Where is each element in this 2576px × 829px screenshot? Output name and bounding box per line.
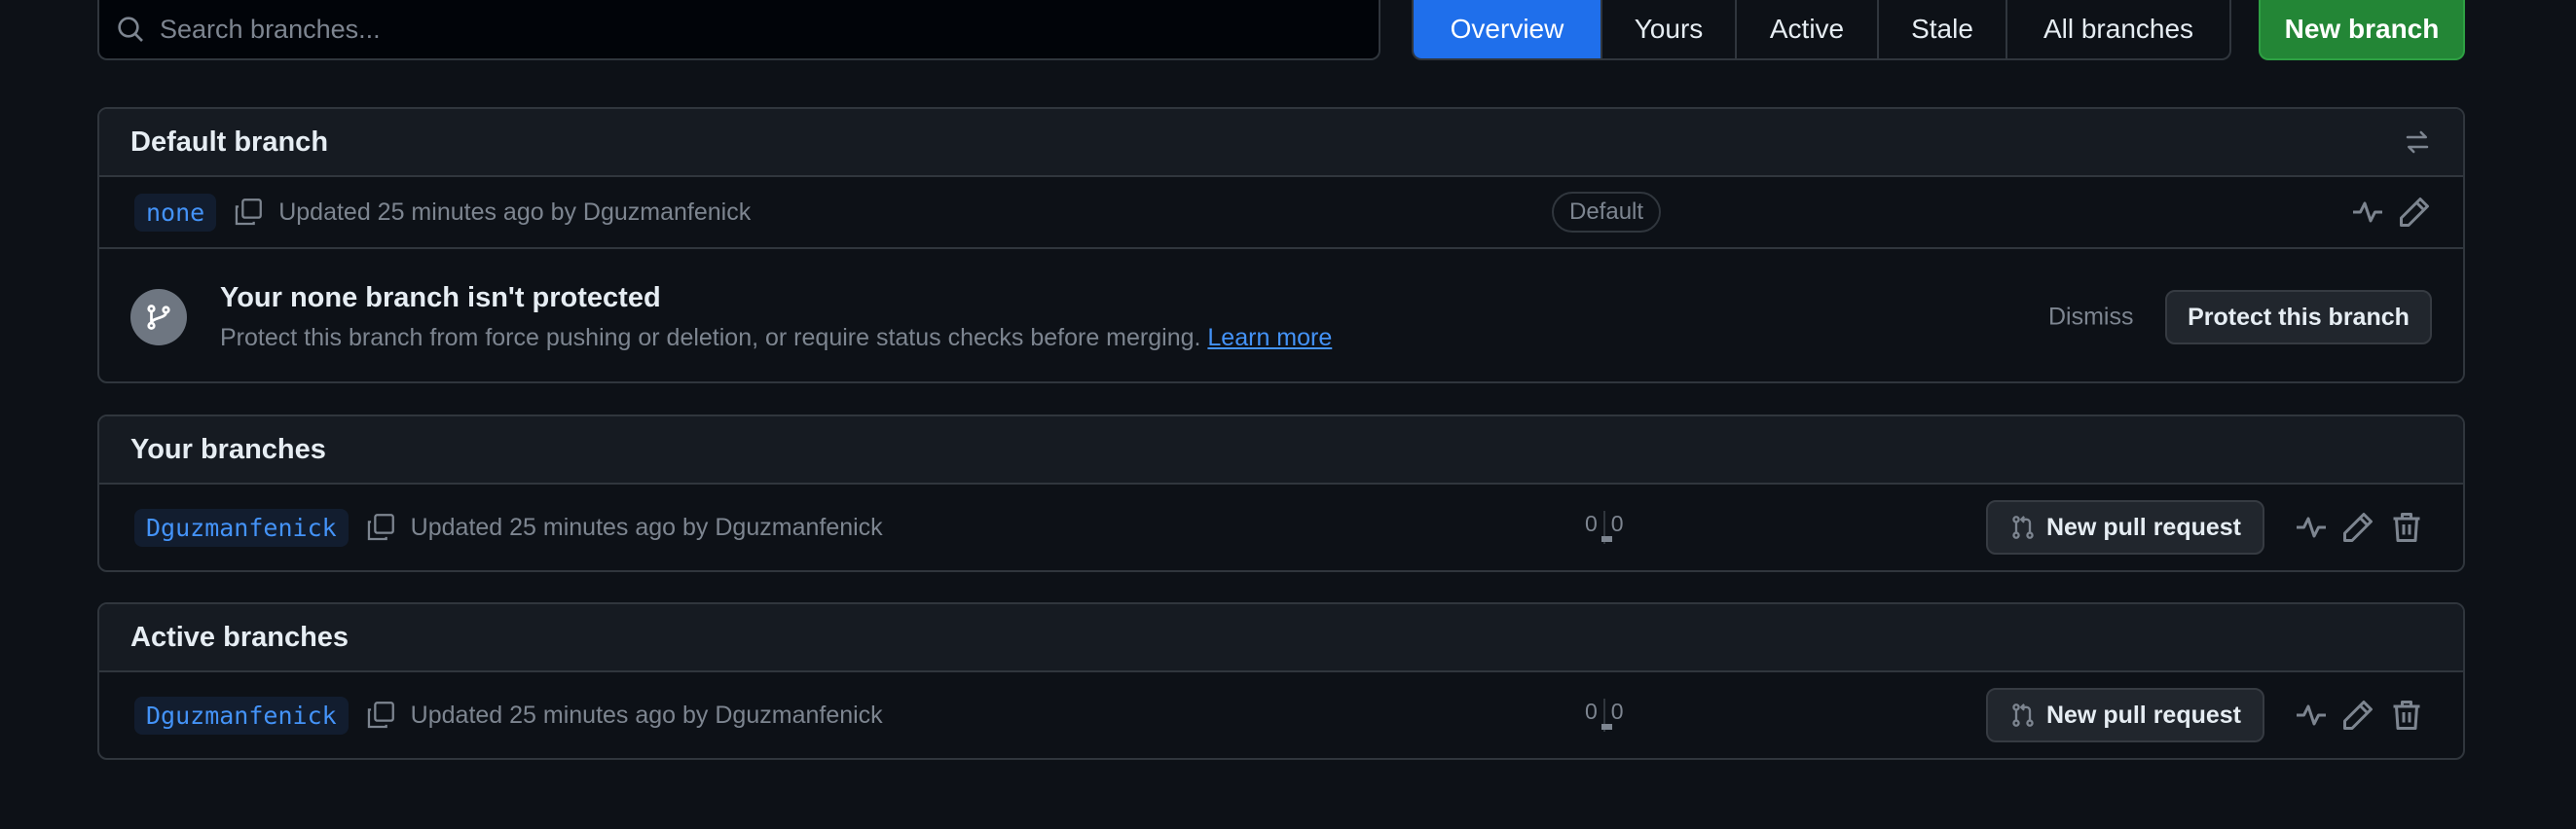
tab-active[interactable]: Active [1735,0,1877,58]
behind-count: 0 [1585,699,1598,724]
git-branch-icon [147,305,170,330]
protection-text: Your none branch isn't protected Protect… [220,282,1332,352]
count-divider [1601,511,1612,544]
switch-arrows-icon[interactable] [2403,127,2432,157]
tab-overview[interactable]: Overview [1414,0,1601,58]
panel-title: Default branch [130,126,329,158]
trash-icon[interactable] [2389,510,2424,545]
copy-icon[interactable] [364,699,397,732]
protection-description-text: Protect this branch from force pushing o… [220,324,1201,351]
updated-text: Updated 25 minutes ago by Dguzmanfenick [278,198,752,226]
branch-row: Dguzmanfenick Updated 25 minutes ago by … [99,485,2463,570]
tab-stale[interactable]: Stale [1877,0,2006,58]
pencil-icon[interactable] [2340,698,2375,733]
pencil-icon[interactable] [2397,195,2432,230]
behind-count: 0 [1585,511,1598,536]
protection-title: Your none branch isn't protected [220,282,661,313]
search-box[interactable] [97,0,1380,60]
branch-name-link[interactable]: none [134,193,217,232]
ahead-behind-counts: 0 0 [1585,511,1624,544]
search-icon [118,17,143,42]
search-input[interactable] [160,14,1379,45]
new-branch-button[interactable]: New branch [2259,0,2465,60]
protection-notice: Your none branch isn't protected Protect… [99,249,2463,381]
active-branches-panel: Active branches Dguzmanfenick Updated 25… [97,602,2465,760]
updated-text: Updated 25 minutes ago by Dguzmanfenick [410,513,883,541]
git-pull-request-icon [2012,516,2034,539]
default-branch-row: none Updated 25 minutes ago by Dguzmanfe… [99,177,2463,249]
your-branches-header: Your branches [99,416,2463,485]
active-branches-header: Active branches [99,604,2463,672]
learn-more-link[interactable]: Learn more [1207,324,1332,351]
updated-text: Updated 25 minutes ago by Dguzmanfenick [410,701,883,729]
protect-branch-button[interactable]: Protect this branch [2165,290,2432,344]
protection-description: Protect this branch from force pushing o… [220,324,1332,352]
ahead-count: 0 [1610,511,1624,536]
new-pull-request-label: New pull request [2045,513,2242,541]
panel-title: Your branches [130,433,326,465]
copy-icon[interactable] [232,196,265,229]
new-pull-request-button[interactable]: New pull request [1986,688,2264,742]
default-branch-panel: Default branch none Updated 25 minutes a… [97,107,2465,383]
trash-icon[interactable] [2389,698,2424,733]
copy-icon[interactable] [364,511,397,544]
branch-name-link[interactable]: Dguzmanfenick [134,696,349,735]
branch-filter-tabs: Overview Yours Active Stale All branches [1412,0,2231,60]
git-branch-icon-circle [130,289,187,345]
activity-icon[interactable] [2294,698,2329,733]
count-divider [1601,699,1612,732]
activity-icon[interactable] [2350,195,2385,230]
dismiss-button[interactable]: Dismiss [2048,304,2134,332]
panel-title: Active branches [130,621,350,653]
ahead-count: 0 [1610,699,1624,724]
new-pull-request-label: New pull request [2045,701,2242,729]
tab-all-branches[interactable]: All branches [2006,0,2229,58]
git-pull-request-icon [2012,703,2034,727]
new-pull-request-button[interactable]: New pull request [1986,500,2264,555]
branch-row: Dguzmanfenick Updated 25 minutes ago by … [99,672,2463,758]
tab-yours[interactable]: Yours [1601,0,1735,58]
pencil-icon[interactable] [2340,510,2375,545]
activity-icon[interactable] [2294,510,2329,545]
default-badge: Default [1552,192,1662,233]
branch-name-link[interactable]: Dguzmanfenick [134,508,349,547]
default-branch-header: Default branch [99,109,2463,177]
ahead-behind-counts: 0 0 [1585,699,1624,732]
your-branches-panel: Your branches Dguzmanfenick Updated 25 m… [97,414,2465,572]
